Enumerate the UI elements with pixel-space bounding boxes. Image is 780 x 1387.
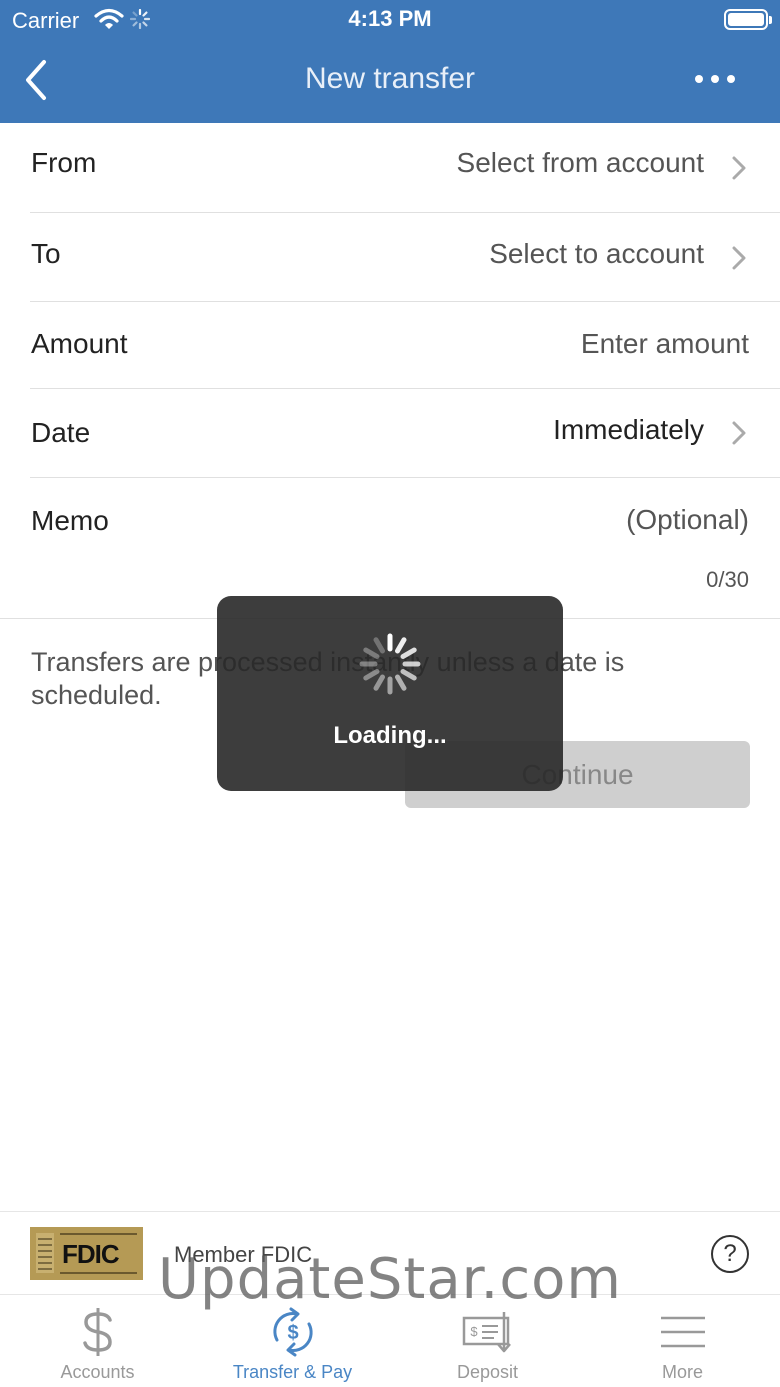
loading-overlay: Loading...: [217, 596, 563, 791]
memo-label: Memo: [31, 505, 109, 536]
to-account-row[interactable]: To Select to account: [30, 213, 780, 302]
tab-bar: Accounts $ Transfer & Pay $ Deposit More: [0, 1296, 780, 1387]
check-deposit-icon: $: [390, 1304, 585, 1360]
tab-accounts[interactable]: Accounts: [0, 1296, 195, 1387]
memo-char-count: 0/30: [706, 567, 749, 592]
amount-row: Amount Enter amount: [30, 302, 780, 389]
memo-input[interactable]: (Optional): [626, 504, 749, 536]
to-account-select[interactable]: Select to account: [489, 238, 704, 270]
fdic-seal-icon: [36, 1233, 54, 1273]
tab-more[interactable]: More: [585, 1296, 780, 1387]
date-label: Date: [31, 417, 91, 448]
ellipsis-icon: [695, 75, 735, 83]
chevron-right-icon: [732, 246, 746, 270]
tab-deposit[interactable]: $ Deposit: [390, 1296, 585, 1387]
menu-icon: [585, 1304, 780, 1360]
battery-icon: [724, 9, 772, 30]
dollar-icon: [0, 1304, 195, 1360]
chevron-right-icon: [732, 421, 746, 445]
page-title: New transfer: [304, 62, 476, 95]
fdic-footer: FDIC Member FDIC ?: [0, 1211, 780, 1295]
tab-transfer-pay-label: Transfer & Pay: [232, 1362, 353, 1382]
chevron-right-icon: [732, 156, 746, 180]
date-row[interactable]: Date Immediately: [30, 389, 780, 478]
fdic-logo: FDIC: [30, 1227, 143, 1280]
help-button[interactable]: ?: [711, 1235, 749, 1273]
more-options-button[interactable]: [690, 62, 740, 96]
nav-header: Carrier 4:13 PM New transfer: [0, 0, 780, 123]
tab-transfer-pay[interactable]: $ Transfer & Pay: [195, 1296, 390, 1387]
status-bar: Carrier 4:13 PM: [0, 0, 780, 40]
to-label: To: [31, 238, 61, 269]
from-account-row[interactable]: From Select from account: [30, 123, 780, 213]
fdic-logo-text: FDIC: [62, 1239, 120, 1269]
tab-accounts-label: Accounts: [60, 1362, 135, 1382]
tab-more-label: More: [661, 1362, 703, 1382]
svg-text:$: $: [470, 1324, 478, 1339]
svg-text:$: $: [287, 1322, 298, 1344]
from-account-select[interactable]: Select from account: [457, 147, 704, 179]
from-label: From: [31, 147, 97, 178]
transfer-icon: $: [195, 1304, 390, 1360]
member-fdic-label: Member FDIC: [174, 1242, 313, 1267]
spinner-icon: [359, 633, 421, 695]
amount-input[interactable]: Enter amount: [581, 328, 749, 360]
clock: 4:13 PM: [348, 6, 432, 31]
date-select[interactable]: Immediately: [553, 414, 704, 446]
tab-deposit-label: Deposit: [456, 1362, 519, 1382]
loading-text: Loading...: [333, 722, 447, 749]
amount-label: Amount: [31, 328, 128, 359]
